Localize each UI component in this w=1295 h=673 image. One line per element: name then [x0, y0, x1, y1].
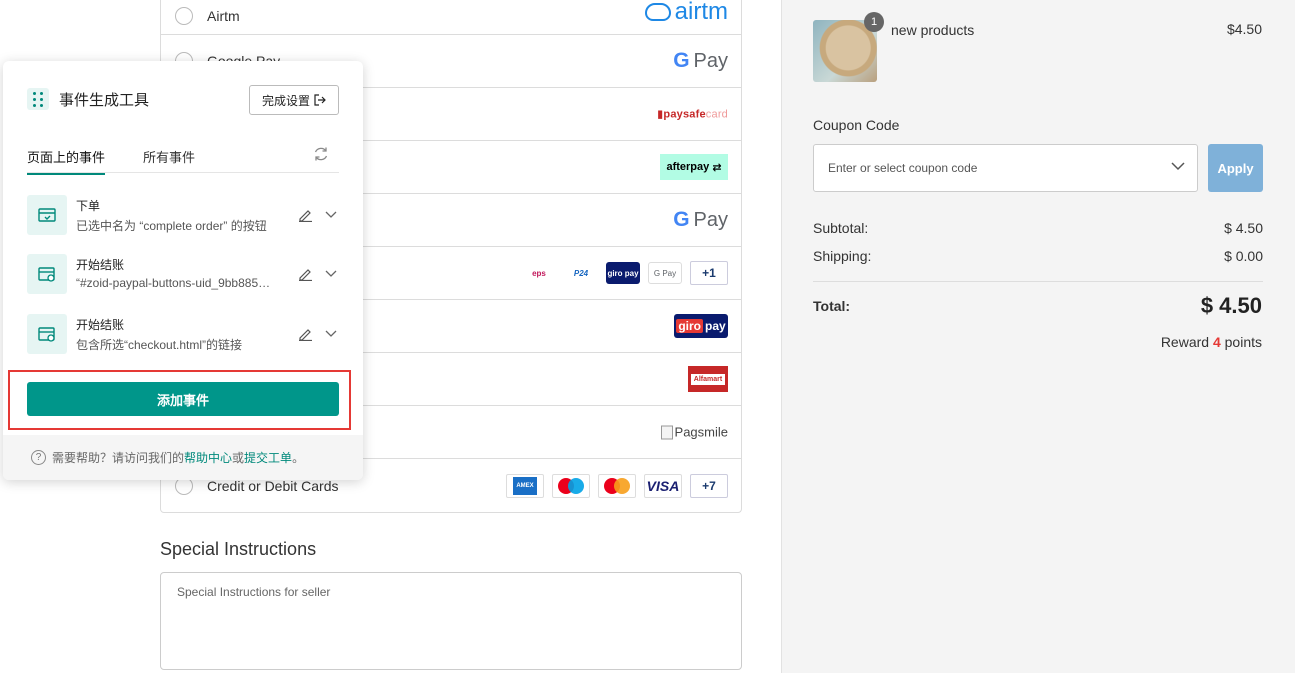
chevron-down-icon[interactable]	[325, 208, 337, 220]
special-instructions-title: Special Instructions	[160, 539, 317, 559]
help-center-link[interactable]: 帮助中心	[184, 451, 232, 465]
coupon-label: Coupon Code	[813, 117, 900, 133]
event-title: 下单	[76, 199, 101, 213]
chevron-down-icon[interactable]	[325, 327, 337, 339]
edit-icon[interactable]	[298, 326, 313, 341]
event-description: 已选中名为 “complete order” 的按钮	[76, 219, 267, 233]
panel-footer: ? 需要帮助？请访问我们的帮助中心或提交工单。	[3, 435, 363, 480]
giropay-logo: giro pay	[674, 314, 728, 338]
total-label: Total:	[813, 298, 851, 314]
pagsmile-logo: Pagsmile	[660, 425, 728, 440]
exit-icon	[314, 94, 326, 106]
coupon-placeholder: Enter or select coupon code	[828, 161, 978, 175]
payment-logos: G Pay	[673, 49, 728, 73]
payment-logos: AMEX VISA +7	[506, 473, 728, 498]
tab-page-events[interactable]: 页面上的事件	[27, 147, 106, 175]
alfamart-logo: Alfamart	[688, 366, 728, 392]
special-instructions-input[interactable]: Special Instructions for seller	[160, 572, 742, 670]
arrows-icon: ⇄	[712, 161, 722, 174]
reward-points: Reward 4 points	[1160, 334, 1262, 350]
google-pay-logo: G Pay	[648, 262, 682, 284]
refresh-icon[interactable]	[313, 146, 329, 162]
event-item[interactable]: 开始结账 “#zoid-paypal-buttons-uid_9bb885…	[27, 254, 339, 296]
order-summary: 1 new products $4.50 Coupon Code Enter o…	[781, 0, 1295, 673]
product-name: new products	[891, 22, 975, 38]
amex-logo: AMEX	[506, 473, 544, 498]
payment-logos: eps P24 giro pay G Pay +1	[522, 261, 728, 285]
event-description: “#zoid-paypal-buttons-uid_9bb885…	[76, 276, 271, 290]
payment-option-airtm[interactable]: Airtm airtm	[161, 0, 741, 35]
event-title: 开始结账	[76, 258, 125, 272]
total-value: $ 4.50	[1200, 293, 1262, 318]
apply-coupon-button[interactable]: Apply	[1208, 144, 1263, 192]
more-cards-badge: +7	[690, 473, 728, 498]
chevron-down-icon	[1171, 162, 1185, 171]
payment-logos: afterpay ⇄	[660, 154, 728, 180]
maestro-logo	[552, 473, 590, 498]
subtotal-row: Subtotal: $ 4.50	[813, 220, 1263, 236]
question-icon: ?	[31, 450, 46, 465]
product-price: $4.50	[1226, 21, 1262, 37]
giropay-logo: giro pay	[606, 262, 640, 284]
edit-icon[interactable]	[298, 266, 313, 281]
shipping-row: Shipping: $ 0.00	[813, 248, 1263, 264]
checkout-page: Airtm airtm Google Pay GPay ▮paysafecard…	[0, 0, 1295, 673]
event-title: 开始结账	[76, 318, 125, 332]
eps-logo: eps	[522, 262, 556, 284]
drag-handle-icon[interactable]	[27, 88, 49, 110]
divider	[813, 281, 1263, 282]
paysafecard-logo: ▮paysafecard	[657, 108, 728, 121]
tab-all-events[interactable]: 所有事件	[143, 147, 195, 166]
chevron-down-icon[interactable]	[325, 267, 337, 279]
google-pay-logo: G Pay	[673, 49, 728, 72]
coupon-select[interactable]: Enter or select coupon code	[813, 144, 1198, 192]
order-icon	[27, 195, 67, 235]
add-event-button[interactable]: 添加事件	[27, 382, 339, 416]
submit-ticket-link[interactable]: 提交工单	[244, 451, 292, 465]
payment-logos: Pagsmile	[660, 425, 728, 440]
event-item[interactable]: 开始结账 包含所选“checkout.html”的链接	[27, 314, 339, 356]
airtm-logo: airtm	[644, 0, 728, 26]
payment-logos: airtm	[644, 0, 728, 26]
event-description: 包含所选“checkout.html”的链接	[76, 338, 243, 352]
event-builder-panel: 事件生成工具 完成设置 页面上的事件 所有事件 下单 已选中名为 “comple…	[3, 61, 363, 480]
google-pay-logo: G Pay	[673, 208, 728, 231]
payment-logos: Alfamart	[688, 366, 728, 392]
cloud-icon	[644, 3, 671, 22]
broken-image-icon	[660, 425, 673, 439]
checkout-icon	[27, 254, 67, 294]
event-item[interactable]: 下单 已选中名为 “complete order” 的按钮	[27, 195, 339, 237]
panel-header: 事件生成工具	[27, 88, 149, 110]
event-tabs: 页面上的事件 所有事件	[27, 143, 339, 175]
payment-logos: ▮paysafecard	[657, 108, 728, 121]
mastercard-logo	[598, 473, 636, 498]
edit-icon[interactable]	[298, 207, 313, 222]
visa-logo: VISA	[644, 473, 682, 498]
payment-logos: giro pay	[674, 314, 728, 338]
quantity-badge: 1	[864, 12, 884, 32]
radio-button[interactable]	[175, 7, 193, 25]
more-methods-badge: +1	[690, 261, 728, 285]
payment-logos: G Pay	[673, 208, 728, 232]
p24-logo: P24	[564, 262, 598, 284]
checkout-icon	[27, 314, 67, 354]
payment-name: Airtm	[207, 8, 240, 24]
panel-title: 事件生成工具	[59, 91, 150, 109]
afterpay-logo: afterpay ⇄	[660, 154, 728, 180]
finish-setup-button[interactable]: 完成设置	[248, 85, 339, 115]
